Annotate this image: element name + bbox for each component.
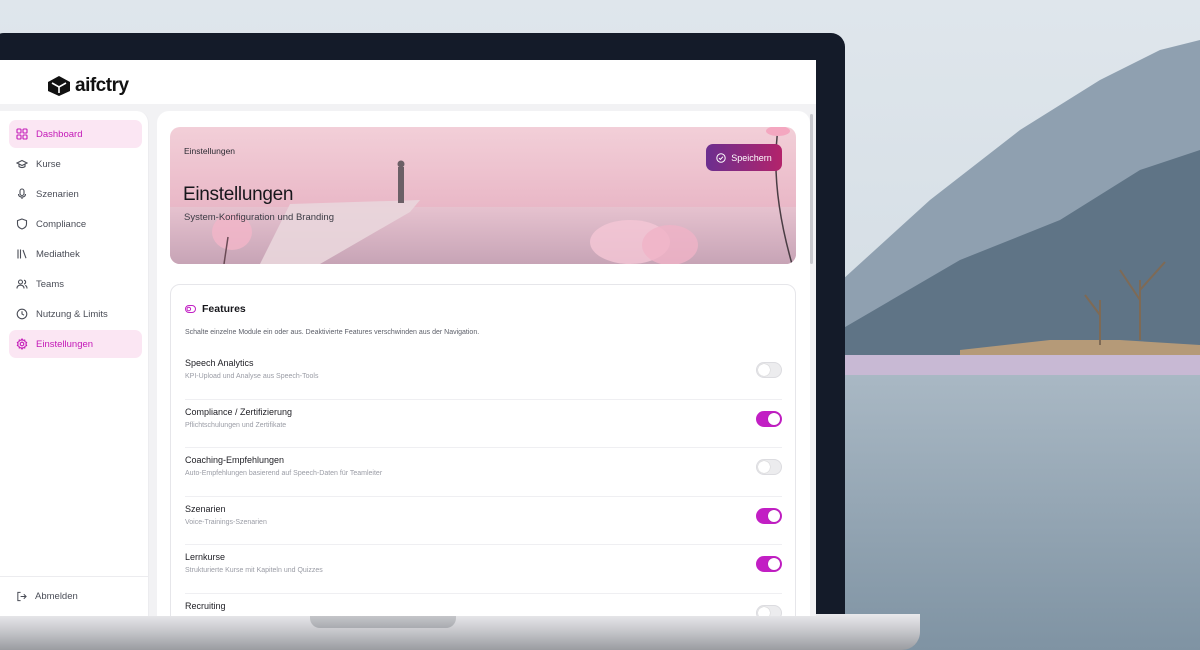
clock-icon bbox=[16, 308, 28, 320]
feature-toggle[interactable] bbox=[756, 410, 782, 427]
feature-toggle[interactable] bbox=[756, 459, 782, 475]
check-circle-icon bbox=[716, 152, 726, 163]
feature-name: Recruiting bbox=[185, 600, 226, 611]
sidebar: Dashboard Kurse Szenarien Compliance Med… bbox=[0, 111, 149, 616]
sidebar-item-mediathek[interactable]: Mediathek bbox=[9, 240, 142, 268]
feature-description: Voice-Trainings-Szenarien bbox=[185, 518, 267, 526]
feature-description: Strukturierte Kurse mit Kapiteln und Qui… bbox=[185, 567, 323, 574]
sidebar-item-einstellungen[interactable]: Einstellungen bbox=[9, 330, 142, 358]
logo[interactable]: aifctry bbox=[46, 74, 129, 98]
feature-toggle[interactable] bbox=[756, 556, 782, 572]
features-description: Schalte einzelne Module ein oder aus. De… bbox=[185, 329, 480, 336]
page-subtitle: System-Konfiguration und Branding bbox=[184, 212, 334, 223]
logout-label: Abmelden bbox=[35, 591, 78, 602]
logout-button[interactable]: Abmelden bbox=[0, 576, 149, 602]
toggle-knob bbox=[758, 461, 770, 473]
main-content: Einstellungen Einstellungen System-Konfi… bbox=[157, 111, 810, 616]
feature-toggle[interactable] bbox=[756, 507, 782, 524]
toggle-icon bbox=[185, 305, 196, 313]
feature-name: Compliance / Zertifizierung bbox=[185, 406, 293, 417]
feature-list: Speech Analytics KPI-Upload und Analyse … bbox=[185, 351, 782, 616]
feature-description: Pflichtschulungen und Zertifikate bbox=[185, 421, 287, 429]
laptop-base bbox=[0, 614, 920, 650]
sidebar-item-label: Compliance bbox=[36, 218, 87, 230]
feature-row-szenarien: Szenarien Voice-Trainings-Szenarien bbox=[185, 497, 782, 545]
feature-name: Coaching-Empfehlungen bbox=[185, 455, 285, 465]
feature-row-lernkurse: Lernkurse Strukturierte Kurse mit Kapite… bbox=[185, 545, 782, 594]
grid-icon bbox=[16, 128, 28, 140]
features-card: Features Schalte einzelne Module ein ode… bbox=[170, 284, 796, 616]
top-bar: aifctry bbox=[0, 60, 816, 104]
shield-icon bbox=[16, 218, 28, 230]
sidebar-item-label: Einstellungen bbox=[36, 338, 94, 350]
breadcrumb: Einstellungen bbox=[184, 146, 236, 156]
page-title: Einstellungen bbox=[183, 184, 294, 205]
feature-name: Speech Analytics bbox=[185, 358, 254, 368]
toggle-knob bbox=[768, 412, 780, 425]
sidebar-item-label: Nutzung & Limits bbox=[36, 308, 108, 320]
sidebar-item-label: Kurse bbox=[36, 158, 61, 170]
feature-row-coaching: Coaching-Empfehlungen Auto-Empfehlungen … bbox=[185, 448, 782, 497]
logo-text: aifctry bbox=[75, 75, 129, 96]
sidebar-item-label: Mediathek bbox=[36, 248, 80, 260]
feature-description: Auto-Empfehlungen basierend auf Speech-D… bbox=[185, 470, 383, 477]
scrollbar[interactable] bbox=[810, 114, 813, 264]
logout-icon bbox=[17, 591, 27, 602]
feature-row-speech-analytics: Speech Analytics KPI-Upload und Analyse … bbox=[185, 351, 782, 400]
sidebar-nav: Dashboard Kurse Szenarien Compliance Med… bbox=[9, 120, 142, 360]
sidebar-item-dashboard[interactable]: Dashboard bbox=[9, 120, 142, 148]
sidebar-item-label: Szenarien bbox=[36, 188, 79, 200]
feature-description: KPI-Upload und Analyse aus Speech-Tools bbox=[185, 373, 319, 380]
feature-name: Lernkurse bbox=[185, 552, 226, 562]
save-button-label: Speichern bbox=[731, 152, 772, 163]
sidebar-item-nutzung[interactable]: Nutzung & Limits bbox=[9, 300, 142, 328]
toggle-knob bbox=[758, 606, 770, 616]
toggle-knob bbox=[758, 364, 770, 376]
app-screen: aifctry Dashboard Kurse Szenarien Compli… bbox=[0, 60, 816, 616]
toggle-knob bbox=[768, 509, 780, 522]
save-button[interactable]: Speichern bbox=[706, 144, 782, 171]
feature-row-compliance: Compliance / Zertifizierung Pflichtschul… bbox=[185, 400, 782, 448]
sidebar-item-label: Dashboard bbox=[36, 128, 83, 140]
sidebar-item-label: Teams bbox=[36, 278, 64, 290]
sidebar-item-kurse[interactable]: Kurse bbox=[9, 150, 142, 178]
features-header: Features bbox=[185, 303, 246, 315]
gear-icon bbox=[16, 338, 28, 350]
feature-row-recruiting: Recruiting bbox=[185, 594, 782, 616]
feature-toggle[interactable] bbox=[756, 604, 782, 616]
cube-logo-icon bbox=[48, 76, 70, 96]
users-icon bbox=[16, 278, 28, 290]
graduation-cap-icon bbox=[16, 158, 28, 170]
feature-toggle[interactable] bbox=[756, 362, 782, 378]
app-body: Dashboard Kurse Szenarien Compliance Med… bbox=[0, 104, 816, 616]
features-title: Features bbox=[202, 303, 246, 315]
laptop-notch bbox=[310, 614, 456, 628]
sidebar-item-compliance[interactable]: Compliance bbox=[9, 210, 142, 238]
toggle-knob bbox=[768, 558, 780, 570]
sidebar-item-szenarien[interactable]: Szenarien bbox=[9, 180, 142, 208]
hero-banner: Einstellungen Einstellungen System-Konfi… bbox=[170, 127, 796, 264]
feature-name: Szenarien bbox=[185, 503, 226, 514]
library-icon bbox=[16, 248, 28, 260]
sidebar-item-teams[interactable]: Teams bbox=[9, 270, 142, 298]
microphone-icon bbox=[16, 188, 28, 200]
